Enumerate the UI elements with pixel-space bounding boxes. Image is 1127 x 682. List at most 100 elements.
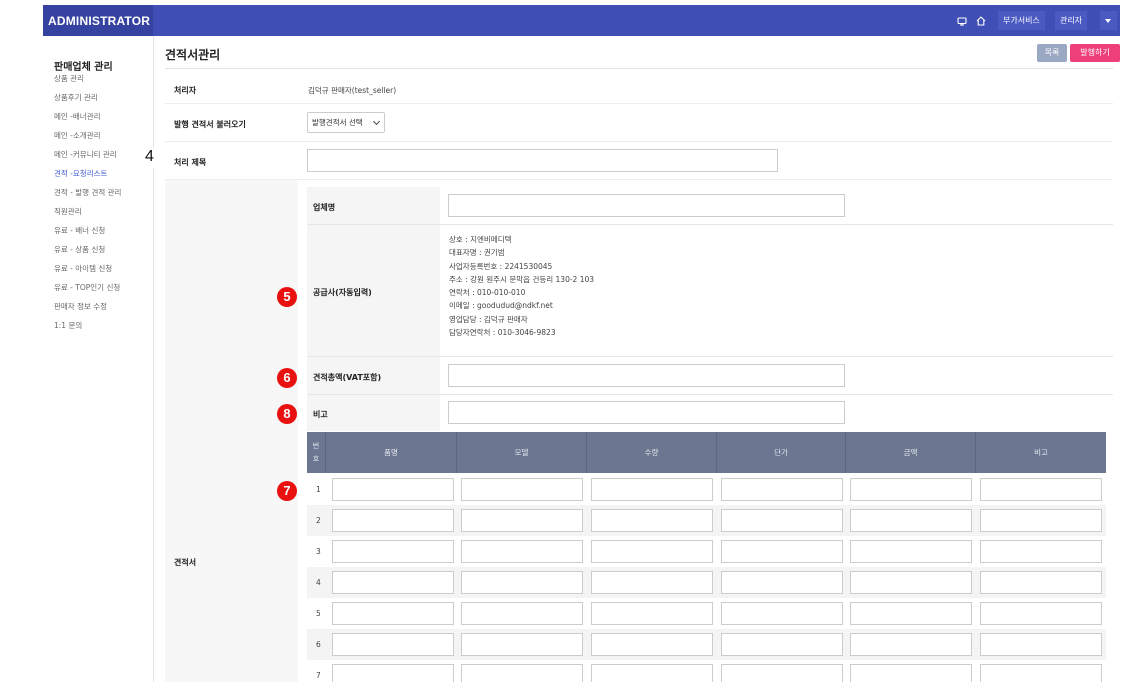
annotation-marker-4: 4 — [145, 148, 162, 168]
supplier-line: 담당자연락처 : 010-3046-9823 — [449, 328, 556, 338]
item-name-input[interactable] — [332, 664, 454, 682]
model-input[interactable] — [461, 602, 583, 625]
amount-input[interactable] — [850, 571, 972, 594]
model-input[interactable] — [461, 540, 583, 563]
top-navbar: ADMINISTRATOR 부가서비스 관리자 — [43, 5, 1120, 36]
amount-input[interactable] — [850, 540, 972, 563]
unit-price-input[interactable] — [721, 571, 843, 594]
subject-label: 처리 제목 — [174, 158, 207, 167]
sidebar: 판매업체 관리 상품 관리 상품후기 관리 메인 -배너관리 메인 -소개관리 … — [43, 36, 154, 682]
row-number: 2 — [316, 516, 321, 525]
supplier-line: 상호 : 지엔비메디텍 — [449, 235, 512, 244]
quantity-input[interactable] — [591, 509, 713, 532]
unit-price-input[interactable] — [721, 478, 843, 501]
model-input[interactable] — [461, 664, 583, 682]
unit-price-input[interactable] — [721, 633, 843, 656]
logo-area: ADMINISTRATOR — [43, 5, 153, 36]
load-quote-select[interactable]: 발행견적서 선택 — [307, 112, 385, 133]
unit-price-input[interactable] — [721, 664, 843, 682]
note-cell-input[interactable] — [980, 633, 1102, 656]
note-cell-input[interactable] — [980, 509, 1102, 532]
sidebar-title: 판매업체 관리 — [54, 62, 113, 73]
note-cell-input[interactable] — [980, 478, 1102, 501]
model-input[interactable] — [461, 509, 583, 532]
item-name-input[interactable] — [332, 602, 454, 625]
quantity-input[interactable] — [591, 633, 713, 656]
sidebar-item-main-banner[interactable]: 메인 -배너관리 — [54, 111, 101, 122]
model-input[interactable] — [461, 478, 583, 501]
issue-button[interactable]: 발행하기 — [1070, 44, 1120, 62]
quantity-input[interactable] — [591, 602, 713, 625]
model-input[interactable] — [461, 633, 583, 656]
sidebar-item-paid-item[interactable]: 유료 - 아이템 신청 — [54, 263, 112, 274]
sidebar-item-main-intro[interactable]: 메인 -소개관리 — [54, 130, 101, 141]
sidebar-item-staff[interactable]: 직원관리 — [54, 206, 82, 217]
amount-input[interactable] — [850, 633, 972, 656]
supplier-line: 사업자등록번호 : 2241530045 — [449, 261, 553, 271]
annotation-marker-8: 8 — [277, 404, 297, 424]
monitor-icon[interactable] — [956, 15, 968, 27]
unit-price-input[interactable] — [721, 540, 843, 563]
admin-user-link[interactable]: 관리자 — [1055, 11, 1088, 30]
model-input[interactable] — [461, 571, 583, 594]
amount-input[interactable] — [850, 664, 972, 682]
annotation-marker-5: 5 — [277, 287, 297, 307]
items-table-header: 번호 품명 모델 수량 단가 금액 비고 — [307, 432, 1106, 473]
quantity-input[interactable] — [591, 478, 713, 501]
company-input[interactable] — [448, 194, 845, 217]
note-cell-input[interactable] — [980, 540, 1102, 563]
amount-input[interactable] — [850, 602, 972, 625]
quantity-input[interactable] — [591, 540, 713, 563]
sidebar-item-quote-requests[interactable]: 견적 -요청리스트 — [54, 168, 107, 179]
list-button[interactable]: 목록 — [1037, 44, 1067, 62]
table-row: 3 — [307, 536, 1106, 567]
column-header-unit-price: 단가 — [717, 432, 846, 473]
quantity-input[interactable] — [591, 664, 713, 682]
load-quote-select-value: 발행견적서 선택 — [312, 118, 363, 127]
column-header-note: 비고 — [1034, 448, 1048, 457]
sidebar-item-issued-quotes[interactable]: 견적 - 발행 견적 관리 — [54, 187, 121, 198]
quantity-input[interactable] — [591, 571, 713, 594]
item-name-input[interactable] — [332, 478, 454, 501]
quote-label: 견적서 — [174, 558, 197, 567]
quote-label-column — [165, 180, 298, 682]
handler-label: 처리자 — [174, 86, 197, 95]
sidebar-item-paid-banner[interactable]: 유료 - 배너 신청 — [54, 225, 105, 236]
sidebar-item-inquiry[interactable]: 1:1 문의 — [54, 320, 82, 331]
supplier-info: 상호 : 지엔비메디텍 대표자명 : 권기범 사업자등록번호 : 2241530… — [449, 233, 594, 339]
addon-services-link[interactable]: 부가서비스 — [998, 11, 1045, 30]
home-icon[interactable] — [975, 15, 987, 27]
sidebar-item-reviews[interactable]: 상품후기 관리 — [54, 92, 98, 103]
item-name-input[interactable] — [332, 571, 454, 594]
note-cell-input[interactable] — [980, 602, 1102, 625]
amount-input[interactable] — [850, 509, 972, 532]
unit-price-input[interactable] — [721, 509, 843, 532]
subject-input[interactable] — [307, 149, 778, 172]
annotation-marker-7: 7 — [277, 481, 297, 501]
note-cell-input[interactable] — [980, 664, 1102, 682]
chevron-down-icon — [372, 117, 381, 126]
sidebar-item-paid-top[interactable]: 유료 - TOP인기 신청 — [54, 282, 120, 293]
admin-logo[interactable]: ADMINISTRATOR — [48, 14, 150, 28]
column-header-amount: 금액 — [846, 432, 976, 473]
note-input[interactable] — [448, 401, 845, 424]
row-number: 5 — [316, 609, 321, 618]
supplier-line: 주소 : 강원 원주시 문막읍 건등리 130-2 103 — [449, 274, 595, 284]
supplier-line: 연락처 : 010-010-010 — [449, 288, 526, 298]
item-name-input[interactable] — [332, 540, 454, 563]
inner-divider — [307, 224, 1113, 225]
item-name-input[interactable] — [332, 509, 454, 532]
note-cell-input[interactable] — [980, 571, 1102, 594]
column-header-no: 번호 — [307, 432, 326, 473]
sidebar-item-seller-info[interactable]: 판매자 정보 수정 — [54, 301, 107, 312]
sidebar-item-products[interactable]: 상품 관리 — [54, 73, 84, 84]
unit-price-input[interactable] — [721, 602, 843, 625]
item-name-input[interactable] — [332, 633, 454, 656]
user-menu-caret-icon[interactable] — [1100, 11, 1117, 30]
handler-value: 김덕규 판매자(test_seller) — [308, 86, 397, 95]
sidebar-item-main-community[interactable]: 메인 -커뮤니티 관리 — [54, 149, 117, 160]
sidebar-item-paid-product[interactable]: 유료 - 상품 신청 — [54, 244, 105, 255]
amount-input[interactable] — [850, 478, 972, 501]
supplier-line: 이메일 : goodudud@ndkf.net — [449, 301, 553, 311]
total-amount-input[interactable] — [448, 364, 845, 387]
